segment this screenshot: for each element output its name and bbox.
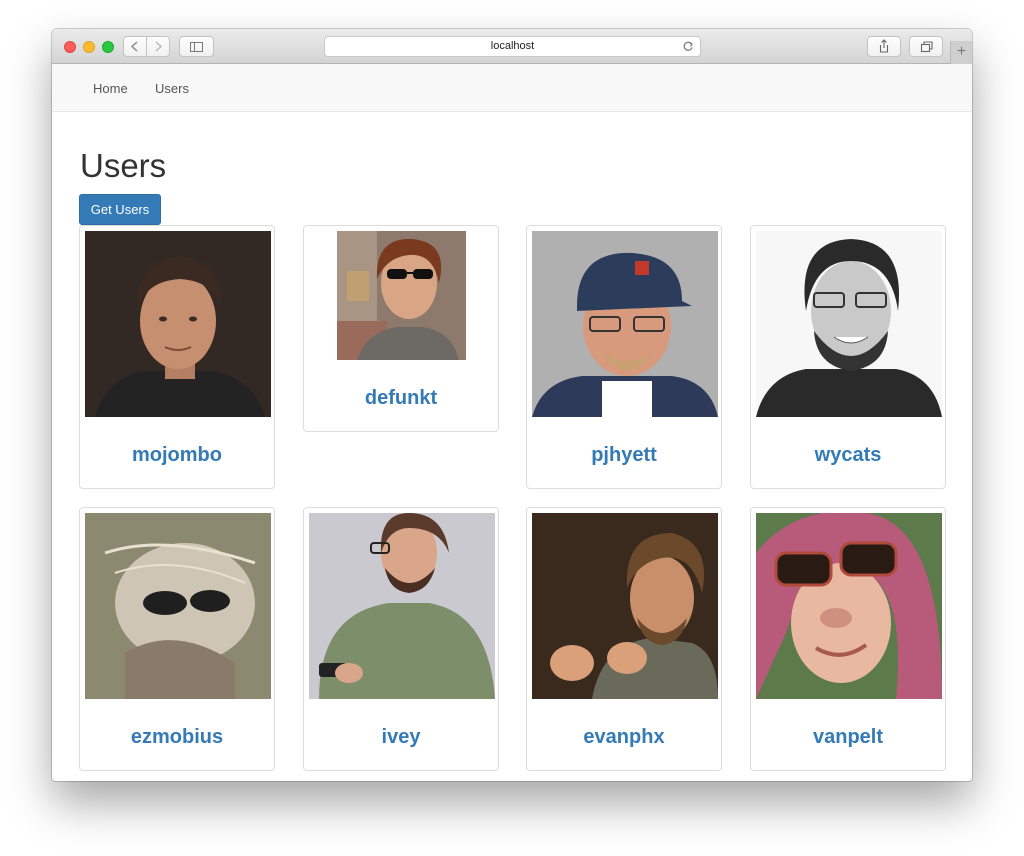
avatar bbox=[756, 513, 942, 699]
nav-link-home[interactable]: Home bbox=[93, 81, 128, 96]
user-card[interactable]: mojombo bbox=[79, 225, 275, 489]
top-navbar: Home Users bbox=[52, 64, 972, 112]
user-login[interactable]: vanpelt bbox=[751, 726, 945, 749]
share-icon bbox=[879, 39, 889, 53]
avatar bbox=[85, 231, 271, 417]
history-buttons bbox=[123, 36, 170, 57]
user-login[interactable]: ezmobius bbox=[80, 726, 274, 749]
sidebar-toggle-button[interactable] bbox=[179, 36, 214, 57]
back-button[interactable] bbox=[124, 37, 146, 56]
user-login[interactable]: pjhyett bbox=[527, 444, 721, 467]
share-button[interactable] bbox=[867, 36, 901, 57]
avatar bbox=[532, 231, 718, 417]
url-text: localhost bbox=[490, 40, 535, 52]
page-title: Users bbox=[80, 147, 167, 184]
zoom-window-button[interactable] bbox=[102, 41, 114, 53]
user-login[interactable]: ivey bbox=[304, 726, 498, 749]
avatar bbox=[85, 513, 271, 699]
user-login[interactable]: defunkt bbox=[304, 387, 498, 410]
avatar bbox=[532, 513, 718, 699]
avatar bbox=[337, 231, 466, 360]
user-card[interactable]: evanphx bbox=[526, 507, 722, 771]
browser-window: localhost + Home Users Users Get Users m… bbox=[52, 29, 972, 781]
forward-button[interactable] bbox=[147, 37, 169, 56]
close-window-button[interactable] bbox=[64, 41, 76, 53]
minimize-window-button[interactable] bbox=[83, 41, 95, 53]
user-login[interactable]: wycats bbox=[751, 444, 945, 467]
address-bar[interactable]: localhost bbox=[324, 36, 701, 57]
user-card[interactable]: vanpelt bbox=[750, 507, 946, 771]
user-card[interactable]: pjhyett bbox=[526, 225, 722, 489]
user-card[interactable]: ivey bbox=[303, 507, 499, 771]
tabs-icon bbox=[920, 41, 933, 53]
user-card[interactable]: ezmobius bbox=[79, 507, 275, 771]
reload-icon[interactable] bbox=[682, 40, 694, 53]
avatar bbox=[756, 231, 942, 417]
sidebar-icon bbox=[190, 42, 203, 52]
avatar bbox=[309, 513, 495, 699]
user-login[interactable]: evanphx bbox=[527, 726, 721, 749]
nav-link-users[interactable]: Users bbox=[155, 81, 189, 96]
user-card[interactable]: defunkt bbox=[303, 225, 499, 432]
plus-icon: + bbox=[956, 43, 967, 60]
new-tab-button[interactable]: + bbox=[950, 41, 972, 64]
user-card[interactable]: wycats bbox=[750, 225, 946, 489]
browser-toolbar: localhost + bbox=[52, 29, 972, 64]
user-login[interactable]: mojombo bbox=[80, 444, 274, 467]
show-tabs-button[interactable] bbox=[909, 36, 943, 57]
chevron-right-icon bbox=[155, 41, 163, 52]
chevron-left-icon bbox=[130, 41, 138, 52]
get-users-button[interactable]: Get Users bbox=[79, 194, 161, 225]
